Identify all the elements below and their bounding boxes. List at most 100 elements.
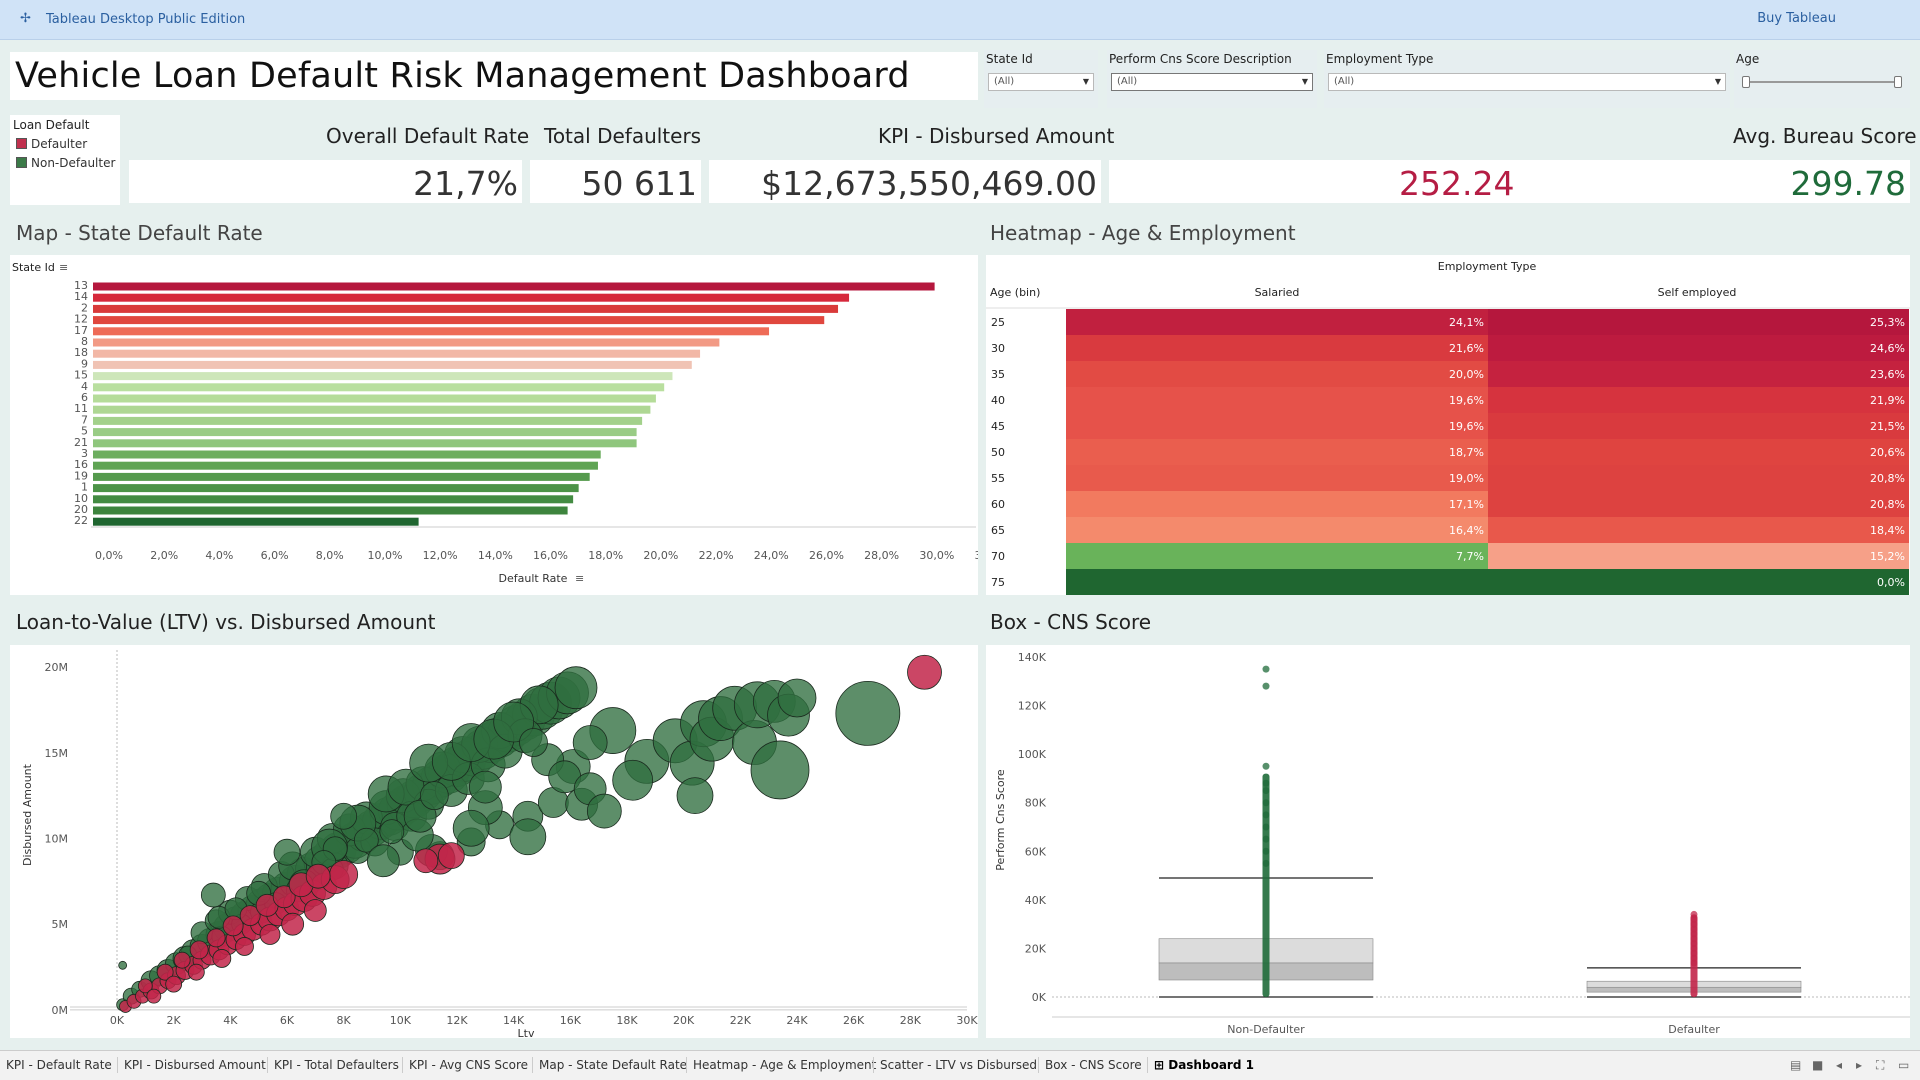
heatmap-panel: Employment Type Age (bin) Salaried Self emp…: [986, 255, 1910, 595]
sheet-tab-label: KPI - Total Defaulters: [274, 1058, 399, 1072]
bar-chart-panel: State Id ≡ 13 14 2 12 17 8 18 9 15 4 6 11 7 5 21 3 16 19 1 10…: [10, 255, 1009, 595]
x-tick-label: 4K: [223, 1014, 238, 1027]
x-tick-label: 0K: [110, 1014, 125, 1027]
grid-view-icon[interactable]: ■: [1812, 1058, 1823, 1072]
state-bar: [93, 517, 419, 526]
y-tick-label: 10M: [45, 833, 69, 846]
state-bar: [93, 360, 692, 369]
heatmap-cell-label: 20,8%: [1870, 472, 1905, 485]
heatmap-cell: [1066, 335, 1488, 361]
state-tick-label: 22: [74, 514, 88, 527]
heatmap-cell: [1488, 439, 1909, 465]
state-bar: [93, 506, 568, 515]
scatter-point: [173, 951, 191, 969]
heatmap-cell: [1488, 465, 1909, 491]
x-tick-label: 16,0%: [533, 549, 568, 562]
heatmap-cell-label: 24,6%: [1870, 342, 1905, 355]
x-tick-label: 6K: [280, 1014, 295, 1027]
presentation-mode-icon[interactable]: ▭: [1898, 1058, 1909, 1072]
sheet-tab[interactable]: Heatmap - Age & Employment: [693, 1058, 876, 1072]
state-filter: State Id (All) ▼: [984, 50, 1098, 108]
x-tick-label: 30K: [956, 1014, 978, 1027]
age-slider-max-handle[interactable]: [1894, 76, 1902, 88]
outlier-point: [1262, 847, 1270, 855]
heatmap-cell-label: 17,1%: [1449, 498, 1484, 511]
x-tick-label: 8K: [337, 1014, 352, 1027]
sheet-tab-label: Heatmap - Age & Employment: [693, 1058, 877, 1072]
y-tick-label: 5M: [52, 918, 69, 931]
x-axis-title: Default Rate: [499, 572, 568, 585]
scatter-point: [379, 819, 405, 845]
outlier-point: [1262, 859, 1270, 867]
scatter-point: [235, 937, 254, 956]
age-slider-min-handle[interactable]: [1742, 76, 1750, 88]
heatmap-cell-label: 18,4%: [1870, 524, 1905, 537]
y-tick-label: 100K: [1018, 748, 1047, 761]
scatter-point: [452, 809, 490, 847]
scatter-point: [273, 838, 301, 866]
state-filter-dropdown[interactable]: (All) ▼: [988, 73, 1094, 91]
category-label: Defaulter: [1668, 1023, 1720, 1036]
kpi-bureau: 252.24 299.78: [1109, 160, 1910, 203]
x-tick-label: 18,0%: [588, 549, 623, 562]
sheet-tab-label: KPI - Avg CNS Score: [409, 1058, 529, 1072]
age-row-label: 45: [991, 420, 1005, 433]
row-header-title: Age (bin): [990, 286, 1040, 299]
heatmap-cell: [1066, 569, 1488, 595]
y-tick-label: 80K: [1025, 797, 1047, 810]
state-bar: [93, 349, 701, 358]
fit-screen-icon[interactable]: ⛶: [1876, 1058, 1884, 1073]
sort-icon: ≡: [575, 572, 584, 585]
sheet-tab[interactable]: Map - State Default Rate: [539, 1058, 687, 1072]
data-points-column: [1262, 773, 1270, 997]
x-tick-label: 18K: [616, 1014, 638, 1027]
previous-sheet-icon[interactable]: ◂: [1836, 1058, 1842, 1072]
row-header-label: State Id: [12, 261, 55, 274]
employment-filter: Employment Type (All) ▼: [1324, 50, 1730, 108]
column-label: Salaried: [1255, 286, 1300, 299]
tab-separator: [267, 1057, 268, 1073]
sheet-tab[interactable]: KPI - Avg CNS Score: [409, 1058, 528, 1072]
x-tick-label: 6,0%: [261, 549, 289, 562]
heatmap-cell-label: 23,6%: [1870, 368, 1905, 381]
sheet-tab[interactable]: Scatter - LTV vs Disbursed: [880, 1058, 1037, 1072]
legend-item-defaulter[interactable]: Defaulter: [16, 137, 87, 151]
dashboard-title-box: Vehicle Loan Default Risk Management Das…: [10, 52, 978, 100]
state-bar: [93, 450, 601, 459]
sheet-tab[interactable]: ⊞ Dashboard 1: [1154, 1058, 1254, 1072]
outlier-point: [1262, 787, 1270, 795]
employment-filter-dropdown[interactable]: (All) ▼: [1328, 73, 1726, 91]
x-axis-title: Ltv: [518, 1027, 535, 1038]
tableau-logo-icon: ✢: [20, 11, 31, 26]
next-sheet-icon[interactable]: ▸: [1856, 1058, 1862, 1072]
outlier-point: [1262, 799, 1270, 807]
y-tick-label: 20M: [45, 661, 69, 674]
age-row-label: 60: [991, 498, 1005, 511]
age-slider-track[interactable]: [1746, 81, 1898, 83]
heatmap-cell-label: 15,2%: [1870, 550, 1905, 563]
heatmap-cell-label: 21,9%: [1870, 394, 1905, 407]
sheet-tab-label: Map - State Default Rate: [539, 1058, 688, 1072]
tab-separator: [402, 1057, 403, 1073]
filmstrip-view-icon[interactable]: ▤: [1790, 1058, 1801, 1072]
sheet-tab[interactable]: KPI - Default Rate: [6, 1058, 112, 1072]
heatmap-cell: [1488, 335, 1909, 361]
buy-tableau-link[interactable]: Buy Tableau: [1757, 11, 1836, 26]
scatter-point: [330, 802, 358, 830]
sheet-tab[interactable]: KPI - Disbursed Amount: [124, 1058, 266, 1072]
legend-swatch-defaulter: [16, 138, 27, 149]
app-title: Tableau Desktop Public Edition: [46, 12, 246, 27]
x-tick-label: 24K: [786, 1014, 808, 1027]
heatmap-cell: [1066, 387, 1488, 413]
sheet-tab[interactable]: KPI - Total Defaulters: [274, 1058, 399, 1072]
legend-item-non-defaulter[interactable]: Non-Defaulter: [16, 156, 115, 170]
kpi-defaulters-label: Total Defaulters: [544, 124, 702, 148]
x-tick-label: 14K: [503, 1014, 525, 1027]
heatmap-cell-label: 19,6%: [1449, 420, 1484, 433]
cns-filter-dropdown[interactable]: (All) ▼: [1111, 73, 1313, 91]
cns-filter: Perform Cns Score Description (All) ▼: [1107, 50, 1317, 108]
y-tick-label: 120K: [1018, 700, 1047, 713]
sheet-tab[interactable]: Box - CNS Score: [1045, 1058, 1142, 1072]
scatter-point: [907, 654, 942, 690]
sheet-tab-label: Scatter - LTV vs Disbursed: [880, 1058, 1038, 1072]
